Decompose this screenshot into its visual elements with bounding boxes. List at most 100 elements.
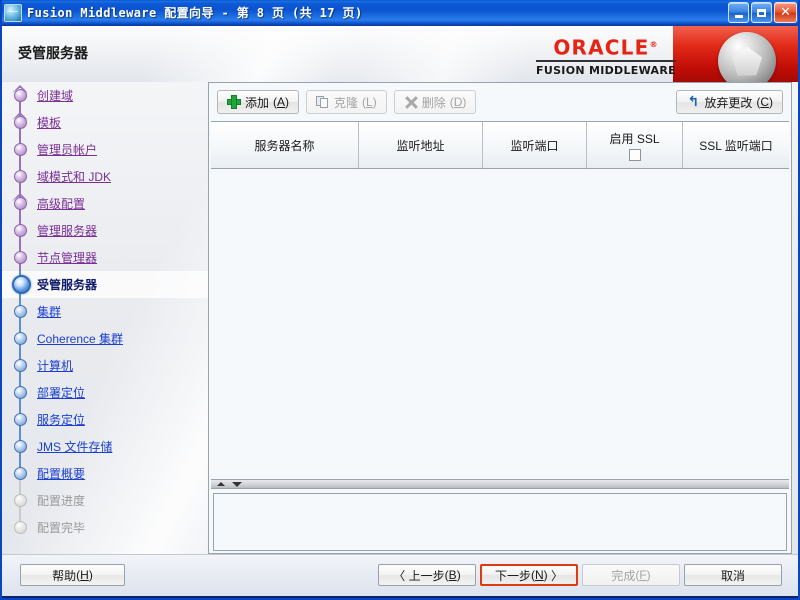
delete-button-label: 删除 (421, 95, 446, 110)
back-button-label: 上一步 (408, 568, 445, 583)
step-node-icon (14, 251, 27, 264)
sidebar-step-0[interactable]: 创建域 (2, 82, 208, 109)
add-button[interactable]: 添加 (A) (217, 90, 300, 114)
sidebar-step-label: 管理服务器 (37, 224, 98, 238)
step-node-icon (14, 359, 27, 372)
sidebar-step-2[interactable]: 管理员帐户 (2, 122, 208, 163)
sidebar-step-12[interactable]: 服务定位 (2, 392, 208, 433)
close-button[interactable]: ✕ (774, 2, 797, 23)
step-node-icon (14, 440, 27, 453)
help-button[interactable]: 帮助 (H) (20, 564, 125, 586)
window-title: Fusion Middleware 配置向导 - 第 8 页 (共 17 页) (27, 6, 363, 20)
sidebar-step-label: 高级配置 (37, 197, 86, 211)
sidebar-step-15: 配置进度 (2, 473, 208, 514)
back-arrow-icon: 〈 (393, 568, 406, 583)
clone-button[interactable]: 克隆 (L) (306, 90, 387, 114)
page-title: 受管服务器 (18, 46, 88, 62)
back-button[interactable]: 〈 上一步 (B) (378, 564, 476, 586)
caret-up-icon[interactable] (217, 482, 225, 486)
step-node-icon (14, 521, 27, 534)
close-icon: ✕ (780, 5, 791, 20)
step-node-icon (14, 305, 27, 318)
sidebar-step-label: 模板 (37, 116, 62, 130)
step-node-icon (14, 467, 27, 480)
title-bar: Fusion Middleware 配置向导 - 第 8 页 (共 17 页) … (0, 0, 800, 26)
step-node-icon (14, 116, 27, 129)
sidebar-step-14[interactable]: 配置概要 (2, 446, 208, 487)
column-header-0[interactable]: 服务器名称 (211, 122, 359, 169)
sidebar-step-3[interactable]: 域模式和 JDK (2, 149, 208, 190)
finish-button-label: 完成 (611, 568, 636, 583)
delete-button-mnemonic: D (453, 95, 463, 109)
wizard-window: Fusion Middleware 配置向导 - 第 8 页 (共 17 页) … (0, 0, 800, 600)
delete-button[interactable]: 删除 (D) (393, 90, 477, 114)
step-node-icon (14, 89, 27, 102)
next-button-mnemonic: N (534, 568, 544, 582)
sidebar-step-label: Coherence 集群 (37, 332, 124, 346)
step-node-icon (14, 143, 27, 156)
finish-button-mnemonic: F (639, 568, 647, 582)
step-node-icon (14, 224, 27, 237)
sidebar-step-10[interactable]: 计算机 (2, 338, 208, 379)
sidebar-step-4[interactable]: 高级配置 (2, 176, 208, 217)
clone-button-label: 克隆 (334, 95, 359, 110)
sidebar-step-8[interactable]: 集群 (2, 284, 208, 325)
panel-splitter[interactable] (211, 479, 789, 489)
footer-bar: 帮助 (H) 〈 上一步 (B) 下一步 (N) 〉 完成 (F) 取消 (2, 554, 798, 596)
fusion-sphere-icon (718, 32, 776, 82)
table-body[interactable] (211, 169, 789, 480)
column-header-1[interactable]: 监听地址 (359, 122, 483, 169)
finish-button[interactable]: 完成 (F) (582, 564, 680, 586)
logo-divider (536, 59, 676, 62)
minimize-button[interactable] (728, 2, 749, 23)
next-button[interactable]: 下一步 (N) 〉 (480, 564, 578, 586)
cancel-button[interactable]: 取消 (684, 564, 782, 586)
discard-changes-button[interactable]: ↰ 放弃更改 (C) (676, 90, 783, 114)
sidebar-step-11[interactable]: 部署定位 (2, 365, 208, 406)
maximize-button[interactable] (751, 2, 772, 23)
add-button-label: 添加 (245, 95, 270, 110)
sidebar-step-13[interactable]: JMS 文件存储 (2, 419, 208, 460)
sidebar-step-label: 配置完毕 (37, 521, 86, 535)
sidebar-step-7[interactable]: 受管服务器 (2, 257, 208, 298)
column-header-label: 启用 SSL (609, 131, 660, 146)
sidebar-step-label: 节点管理器 (37, 251, 98, 265)
window-controls: ✕ (728, 2, 797, 23)
detail-pane (213, 493, 787, 551)
help-button-label: 帮助 (52, 568, 77, 583)
cancel-button-label: 取消 (720, 568, 745, 583)
column-header-label: 监听端口 (510, 138, 559, 153)
plus-icon (227, 95, 241, 109)
sidebar-step-label: 集群 (37, 305, 62, 319)
sidebar-step-label: 部署定位 (37, 386, 86, 400)
next-button-label: 下一步 (494, 568, 531, 583)
undo-icon: ↰ (687, 94, 700, 110)
column-header-3[interactable]: 启用 SSL (587, 122, 683, 169)
x-icon (404, 95, 418, 109)
step-node-icon (14, 332, 27, 345)
step-node-icon (14, 197, 27, 210)
column-header-2[interactable]: 监听端口 (483, 122, 587, 169)
sidebar-step-9[interactable]: Coherence 集群 (2, 311, 208, 352)
oracle-logo: ORACLE® FUSION MIDDLEWARE (536, 34, 676, 77)
enable-ssl-header-checkbox[interactable] (628, 148, 641, 161)
sidebar-step-5[interactable]: 管理服务器 (2, 203, 208, 244)
sidebar-step-label: JMS 文件存储 (37, 440, 113, 454)
table-toolbar: 添加 (A) 克隆 (L) 删除 (D) ↰ 放弃更改 (C) (209, 83, 791, 121)
caret-down-icon[interactable] (232, 481, 242, 487)
clone-button-mnemonic: L (366, 95, 373, 109)
add-button-mnemonic: A (277, 95, 286, 109)
sidebar-step-6[interactable]: 节点管理器 (2, 230, 208, 271)
content-area: 创建域模板 管理员帐户域模式和 JDK 高级配置管理服务器节点管理器受管服务器集群 C… (2, 82, 798, 554)
next-arrow-icon: 〉 (551, 568, 564, 583)
sidebar-step-label: 计算机 (37, 359, 74, 373)
globe-icon (4, 3, 22, 22)
step-node-icon (12, 275, 31, 294)
sidebar-step-1[interactable]: 模板 (2, 95, 208, 136)
wizard-steps-sidebar: 创建域模板 管理员帐户域模式和 JDK 高级配置管理服务器节点管理器受管服务器集群 C… (2, 82, 208, 554)
column-header-label: SSL 监听端口 (699, 138, 773, 153)
sidebar-step-label: 受管服务器 (37, 278, 98, 292)
column-header-4[interactable]: SSL 监听端口 (683, 122, 789, 169)
sidebar-step-label: 域模式和 JDK (37, 170, 112, 184)
minimize-icon (734, 14, 743, 18)
